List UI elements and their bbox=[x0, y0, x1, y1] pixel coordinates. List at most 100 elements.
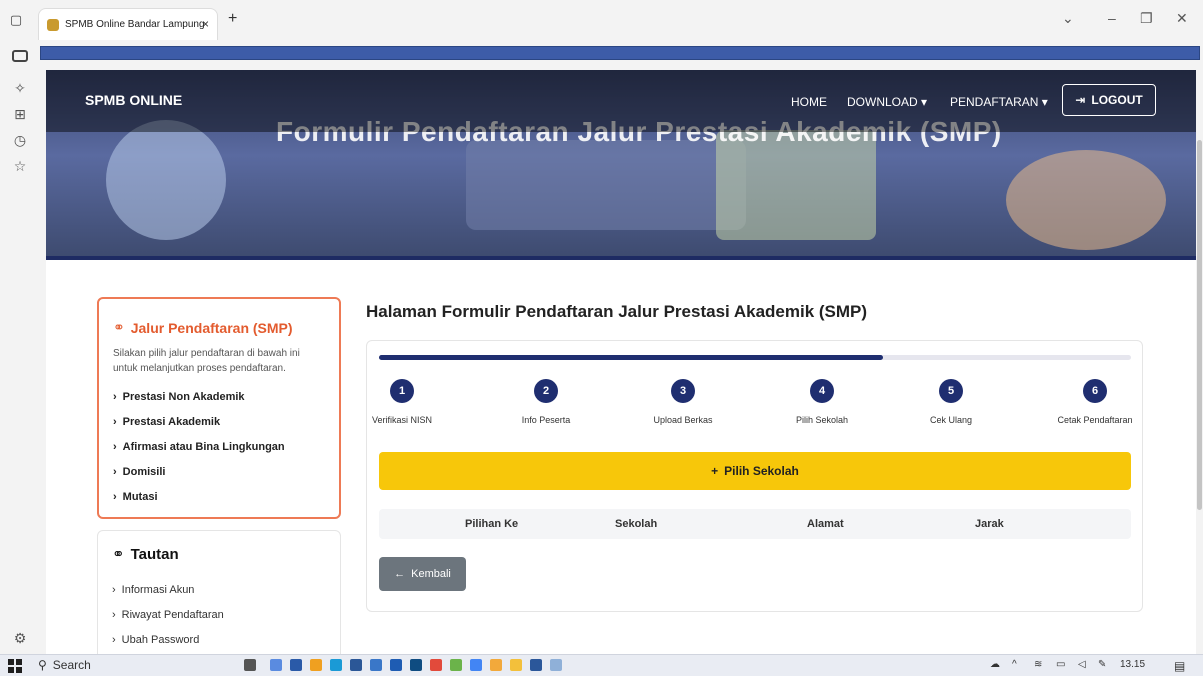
taskbar-app-icon[interactable] bbox=[270, 659, 282, 671]
page-scrollbar[interactable] bbox=[1196, 70, 1203, 654]
nav-pendaftaran[interactable]: PENDAFTARAN ▾ bbox=[950, 95, 1048, 109]
tautan-item-label: Ubah Password bbox=[121, 633, 200, 646]
chevron-right-icon: › bbox=[112, 608, 116, 621]
close-window-button[interactable]: ✕ bbox=[1176, 10, 1188, 27]
notification-icon[interactable]: ▤ bbox=[1174, 659, 1185, 673]
edge-icon[interactable] bbox=[330, 659, 342, 671]
file-explorer-icon[interactable] bbox=[510, 659, 522, 671]
hero-illustration-left bbox=[106, 120, 226, 240]
jalur-item-domisili[interactable]: › Domisili bbox=[113, 459, 325, 484]
plus-icon: + bbox=[711, 464, 719, 478]
new-tab-button[interactable]: + bbox=[228, 10, 237, 28]
hero-divider bbox=[46, 256, 1196, 260]
jalur-item-prestasi-akademik[interactable]: › Prestasi Akademik bbox=[113, 409, 325, 434]
step-4: 4 Pilih Sekolah bbox=[767, 379, 877, 425]
nav-download[interactable]: DOWNLOAD ▾ bbox=[847, 95, 927, 109]
tautan-item-label: Informasi Akun bbox=[121, 583, 195, 596]
form-card: 1 Verifikasi NISN 2 Info Peserta 3 Upload B… bbox=[366, 340, 1143, 612]
progress-bar bbox=[379, 355, 1131, 360]
chrome-icon[interactable] bbox=[470, 659, 482, 671]
tab-title: SPMB Online Bandar Lampung bbox=[65, 19, 205, 30]
taskbar-search-label: Search bbox=[52, 658, 91, 672]
kembali-button[interactable]: ← Kembali bbox=[379, 557, 466, 591]
taskbar-app-icon[interactable] bbox=[410, 659, 422, 671]
taskbar-app-icon[interactable] bbox=[490, 659, 502, 671]
weather-icon[interactable]: ☁ bbox=[990, 659, 1000, 670]
tautan-card: ⚭ Tautan › Informasi Akun › Riwayat Pendaf… bbox=[97, 530, 341, 654]
column-header: Jarak bbox=[975, 518, 1004, 530]
link-icon: ⚭ bbox=[113, 319, 125, 335]
brand-logo[interactable]: SPMB ONLINE bbox=[85, 92, 182, 108]
collections-icon[interactable]: ⊞ bbox=[10, 106, 30, 126]
keyboard-icon[interactable]: ▭ bbox=[1056, 659, 1065, 670]
pen-icon[interactable]: ✎ bbox=[1098, 659, 1106, 670]
clock[interactable]: 13.15 bbox=[1120, 659, 1145, 670]
logout-icon: ⇥ bbox=[1075, 93, 1086, 107]
search-icon: ⚲ bbox=[38, 658, 47, 672]
step-6: 6 Cetak Pendaftaran bbox=[1040, 379, 1150, 425]
taskbar-app-icon[interactable] bbox=[550, 659, 562, 671]
wifi-icon[interactable]: ≋ bbox=[1034, 659, 1042, 670]
word-icon[interactable] bbox=[530, 659, 542, 671]
jalur-item-prestasi-non-akademik[interactable]: › Prestasi Non Akademik bbox=[113, 384, 325, 409]
tautan-item-riwayat[interactable]: › Riwayat Pendaftaran bbox=[112, 602, 326, 627]
jalur-item-afirmasi[interactable]: › Afirmasi atau Bina Lingkungan bbox=[113, 434, 325, 459]
start-icon[interactable] bbox=[8, 659, 22, 673]
minimize-button[interactable]: – bbox=[1108, 10, 1116, 26]
link-icon: ⚭ bbox=[112, 546, 125, 563]
settings-icon[interactable]: ⚙ bbox=[10, 630, 30, 650]
jalur-item-mutasi[interactable]: › Mutasi bbox=[113, 484, 325, 509]
tab-actions-icon[interactable]: ▢ bbox=[8, 12, 24, 28]
step-5: 5 Cek Ulang bbox=[896, 379, 1006, 425]
address-bar[interactable] bbox=[40, 44, 1200, 64]
tautan-item-informasi-akun[interactable]: › Informasi Akun bbox=[112, 577, 326, 602]
favicon-icon bbox=[47, 18, 59, 31]
taskbar-app-icon[interactable] bbox=[370, 659, 382, 671]
task-view-icon[interactable] bbox=[244, 659, 256, 671]
pilih-sekolah-button[interactable]: + Pilih Sekolah bbox=[379, 452, 1131, 490]
browser-tab[interactable]: SPMB Online Bandar Lampung × bbox=[38, 8, 218, 40]
sidebar-toggle-icon[interactable] bbox=[12, 50, 28, 62]
copilot-icon[interactable]: ✧ bbox=[10, 80, 30, 100]
taskbar-app-icon[interactable] bbox=[450, 659, 462, 671]
scrollbar-thumb[interactable] bbox=[1197, 140, 1202, 510]
tab-close-icon[interactable]: × bbox=[202, 17, 209, 31]
step-label: Cetak Pendaftaran bbox=[1057, 415, 1133, 425]
taskbar-app-icon[interactable] bbox=[350, 659, 362, 671]
step-label: Cek Ulang bbox=[929, 415, 973, 425]
tautan-item-ubah-password[interactable]: › Ubah Password bbox=[112, 627, 326, 652]
table-header: Pilihan Ke Sekolah Alamat Jarak bbox=[379, 509, 1131, 539]
chevron-right-icon: › bbox=[113, 390, 117, 403]
tray-chevron-icon[interactable]: ^ bbox=[1012, 659, 1017, 670]
taskbar-app-icon[interactable] bbox=[310, 659, 322, 671]
nav-home[interactable]: HOME bbox=[791, 95, 827, 109]
taskbar-app-icon[interactable] bbox=[430, 659, 442, 671]
chevron-right-icon: › bbox=[112, 633, 116, 646]
browser-tab-bar: ▢ SPMB Online Bandar Lampung × + ⌄ – ❐ ✕ bbox=[0, 0, 1203, 40]
step-2: 2 Info Peserta bbox=[491, 379, 601, 425]
taskbar-app-icon[interactable] bbox=[290, 659, 302, 671]
step-label: Upload Berkas bbox=[653, 415, 713, 425]
step-3: 3 Upload Berkas bbox=[628, 379, 738, 425]
restore-button[interactable]: ❐ bbox=[1140, 10, 1153, 27]
step-number: 3 bbox=[671, 379, 695, 403]
favorites-icon[interactable]: ☆ bbox=[10, 158, 30, 178]
chevron-down-icon[interactable]: ⌄ bbox=[1062, 10, 1074, 27]
volume-icon[interactable]: ◁ bbox=[1078, 659, 1086, 670]
logout-label: LOGOUT bbox=[1091, 93, 1143, 107]
taskbar-app-icon[interactable] bbox=[390, 659, 402, 671]
column-header: Alamat bbox=[807, 518, 844, 530]
history-icon[interactable]: ◷ bbox=[10, 132, 30, 152]
jalur-item-label: Prestasi Akademik bbox=[122, 415, 221, 428]
logout-button[interactable]: ⇥ LOGOUT bbox=[1062, 84, 1156, 116]
chevron-right-icon: › bbox=[113, 415, 117, 428]
chevron-right-icon: › bbox=[112, 583, 116, 596]
tautan-title-text: Tautan bbox=[130, 545, 179, 563]
arrow-left-icon: ← bbox=[394, 568, 406, 580]
jalur-item-label: Afirmasi atau Bina Lingkungan bbox=[122, 440, 285, 453]
address-bar-field[interactable] bbox=[40, 46, 1200, 60]
taskbar-search[interactable]: ⚲ Search bbox=[38, 658, 91, 672]
jalur-item-label: Prestasi Non Akademik bbox=[122, 390, 245, 403]
step-number: 1 bbox=[390, 379, 414, 403]
page-title: Halaman Formulir Pendaftaran Jalur Prest… bbox=[366, 302, 868, 321]
